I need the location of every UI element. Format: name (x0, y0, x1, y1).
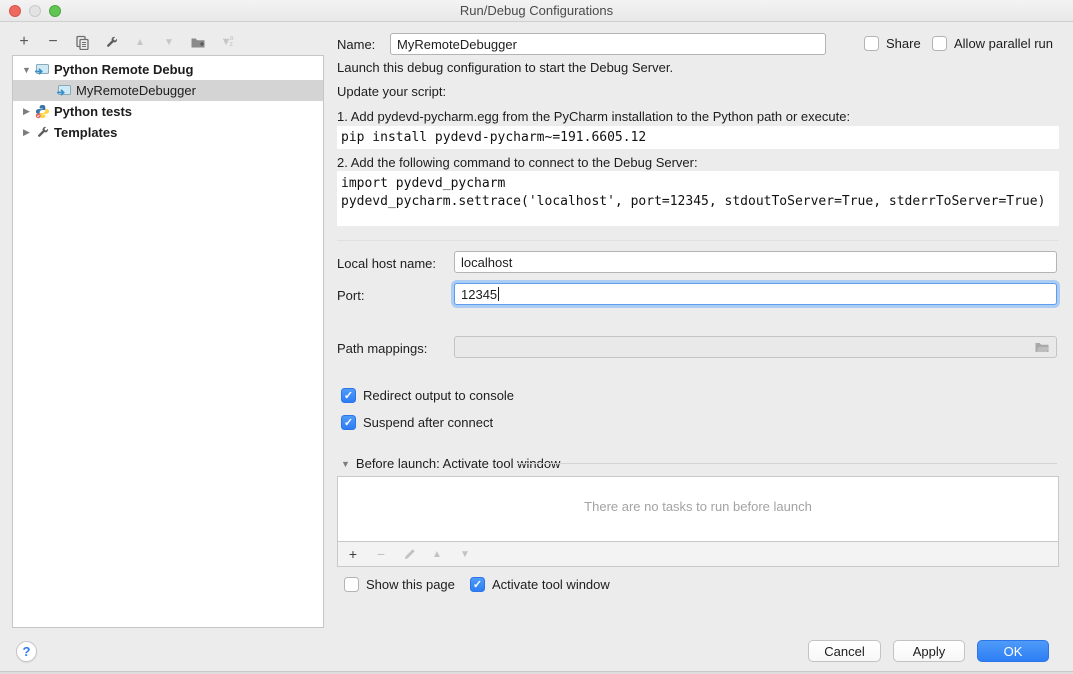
edit-templates-button[interactable] (101, 32, 121, 52)
add-task-button[interactable]: + (344, 545, 362, 563)
update-script-text: Update your script: (337, 84, 446, 99)
port-label: Port: (337, 288, 364, 303)
tree-item-label: Python tests (54, 104, 132, 119)
arrow-down-icon: ▼ (460, 549, 470, 560)
arrow-down-icon: ▼ (164, 37, 174, 48)
window-title: Run/Debug Configurations (0, 3, 1073, 18)
local-host-name-label: Local host name: (337, 256, 436, 271)
allow-parallel-run-checkbox[interactable]: Allow parallel run (932, 36, 1053, 51)
allow-parallel-run-label: Allow parallel run (954, 36, 1053, 51)
arrow-up-icon: ▲ (432, 549, 442, 560)
arrow-up-icon: ▲ (135, 37, 145, 48)
move-down-button[interactable]: ▼ (159, 32, 179, 52)
name-input[interactable] (390, 33, 826, 55)
checkbox-checked-icon: ✓ (341, 388, 356, 403)
step2-text: 2. Add the following command to connect … (337, 155, 698, 170)
path-mappings-input[interactable] (454, 336, 1057, 358)
plus-icon: + (349, 546, 357, 562)
wrench-icon (34, 125, 50, 141)
share-checkbox[interactable]: Share (864, 36, 921, 51)
new-folder-button[interactable] (188, 32, 208, 52)
copy-icon (75, 35, 90, 50)
remove-task-button[interactable]: − (372, 545, 390, 563)
add-configuration-button[interactable]: + (14, 32, 34, 52)
title-bar: Run/Debug Configurations (0, 0, 1073, 22)
local-host-name-input[interactable] (454, 251, 1057, 273)
text-caret (498, 287, 499, 301)
before-launch-task-list[interactable]: There are no tasks to run before launch (337, 476, 1059, 542)
name-label: Name: (337, 37, 375, 52)
chevron-right-icon[interactable]: ▶ (21, 106, 32, 117)
pencil-icon (403, 548, 416, 561)
show-this-page-checkbox[interactable]: Show this page (344, 577, 455, 592)
help-button[interactable]: ? (16, 641, 37, 662)
tree-item-python-remote-debug[interactable]: ▼ Python Remote Debug (13, 59, 323, 80)
path-mappings-label: Path mappings: (337, 341, 427, 356)
suspend-after-connect-checkbox[interactable]: ✓ Suspend after connect (341, 415, 493, 430)
step1-text: 1. Add pydevd-pycharm.egg from the PyCha… (337, 109, 850, 124)
activate-tool-window-checkbox[interactable]: ✓ Activate tool window (470, 577, 610, 592)
move-up-button[interactable]: ▲ (130, 32, 150, 52)
run-debug-configurations-dialog: Run/Debug Configurations + − ▲ ▼ (0, 0, 1073, 674)
edit-task-button[interactable] (400, 545, 418, 563)
tree-item-templates[interactable]: ▶ Templates (13, 122, 323, 143)
checkbox-checked-icon: ✓ (470, 577, 485, 592)
checkbox-unchecked-icon (344, 577, 359, 592)
redirect-output-label: Redirect output to console (363, 388, 514, 403)
remove-configuration-button[interactable]: − (43, 32, 63, 52)
new-folder-icon (190, 35, 206, 50)
sort-configurations-button[interactable]: ▼ az (217, 32, 237, 52)
pip-command-code: pip install pydevd-pycharm~=191.6605.12 (337, 126, 1059, 149)
chevron-down-icon[interactable]: ▼ (341, 459, 350, 469)
configurations-tree: ▼ Python Remote Debug ▶ MyRemoteDebugger… (12, 55, 324, 628)
browse-folder-icon[interactable] (1034, 340, 1050, 354)
remote-debug-icon (56, 83, 72, 99)
apply-button[interactable]: Apply (893, 640, 965, 662)
plus-icon: + (19, 33, 28, 51)
cancel-button[interactable]: Cancel (808, 640, 881, 662)
suspend-after-connect-label: Suspend after connect (363, 415, 493, 430)
port-value: 12345 (461, 287, 497, 302)
share-label: Share (886, 36, 921, 51)
port-input[interactable]: 12345 (454, 283, 1057, 305)
ok-button[interactable]: OK (977, 640, 1049, 662)
empty-task-list-text: There are no tasks to run before launch (338, 499, 1058, 514)
checkbox-unchecked-icon (932, 36, 947, 51)
tree-item-myremotedebugger[interactable]: ▶ MyRemoteDebugger (13, 80, 323, 101)
question-icon: ? (23, 644, 31, 659)
move-task-down-button[interactable]: ▼ (456, 545, 474, 563)
section-divider (337, 240, 1059, 241)
chevron-down-icon[interactable]: ▼ (21, 65, 32, 75)
show-this-page-label: Show this page (366, 577, 455, 592)
configurations-toolbar: + − ▲ ▼ ▼ az (14, 31, 237, 53)
tree-item-python-tests[interactable]: ▶ Python tests (13, 101, 323, 122)
move-task-up-button[interactable]: ▲ (428, 545, 446, 563)
python-tests-icon (34, 104, 50, 120)
remote-debug-icon (34, 62, 50, 78)
sort-icon: ▼ az (221, 36, 234, 48)
checkbox-checked-icon: ✓ (341, 415, 356, 430)
settrace-code: import pydevd_pycharm pydevd_pycharm.set… (337, 171, 1059, 226)
redirect-output-checkbox[interactable]: ✓ Redirect output to console (341, 388, 514, 403)
minus-icon: − (48, 33, 57, 51)
tree-item-label: MyRemoteDebugger (76, 83, 196, 98)
checkbox-unchecked-icon (864, 36, 879, 51)
copy-configuration-button[interactable] (72, 32, 92, 52)
activate-tool-window-label: Activate tool window (492, 577, 610, 592)
before-launch-rule (517, 463, 1057, 464)
chevron-right-icon[interactable]: ▶ (21, 127, 32, 138)
tree-item-label: Python Remote Debug (54, 62, 193, 77)
intro-text: Launch this debug configuration to start… (337, 60, 673, 75)
task-list-toolbar: + − ▲ ▼ (337, 542, 1059, 567)
minus-icon: − (377, 546, 385, 562)
wrench-icon (104, 35, 119, 50)
tree-item-label: Templates (54, 125, 117, 140)
